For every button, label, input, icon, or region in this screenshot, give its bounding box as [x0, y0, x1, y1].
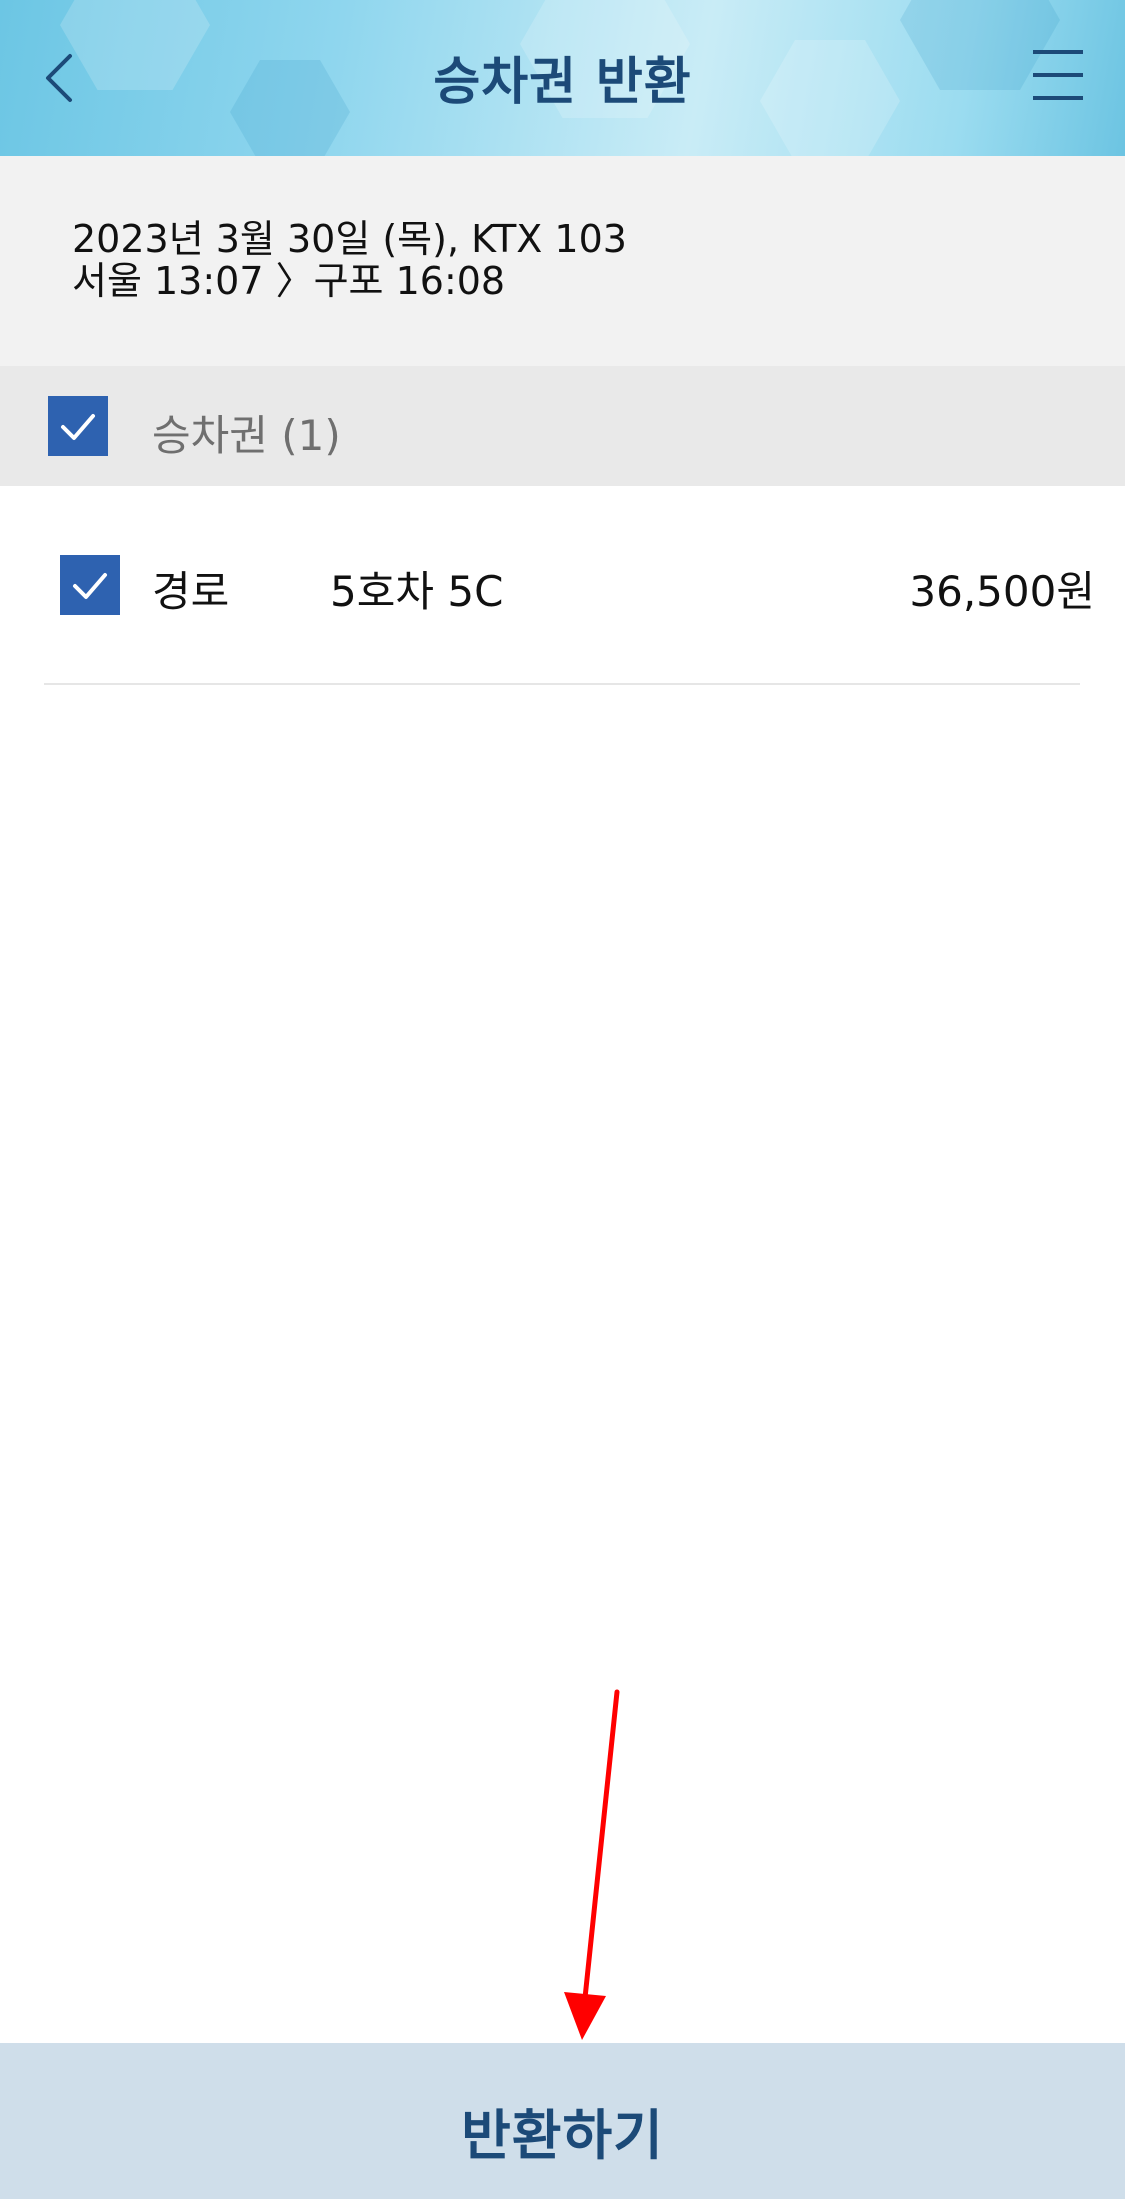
- ticket-passenger-type: 경로: [152, 567, 230, 616]
- trip-route: 서울 13:07 〉구포 16:08: [72, 259, 506, 303]
- ticket-seat: 5호차 5C: [330, 567, 504, 616]
- menu-button[interactable]: [1033, 50, 1089, 104]
- ticket-group-label: 승차권 (1): [152, 411, 341, 460]
- ticket-group-header: 승차권 (1): [0, 366, 1125, 486]
- select-all-checkbox[interactable]: [48, 396, 108, 456]
- return-button[interactable]: 반환하기: [0, 2043, 1125, 2199]
- checkmark-icon: [61, 414, 95, 440]
- ticket-checkbox[interactable]: [60, 555, 120, 615]
- page-title: 승차권 반환: [433, 53, 692, 112]
- app-header: 승차권 반환: [0, 0, 1125, 156]
- return-button-label: 반환하기: [461, 2104, 664, 2167]
- trip-summary: 2023년 3월 30일 (목), KTX 103 서울 13:07 〉구포 1…: [0, 156, 1125, 366]
- row-divider: [44, 683, 1080, 685]
- ticket-row[interactable]: 경로 5호차 5C 36,500원: [0, 486, 1125, 684]
- trip-date-train: 2023년 3월 30일 (목), KTX 103: [72, 217, 627, 261]
- checkmark-icon: [73, 573, 107, 599]
- ticket-price: 36,500원: [909, 567, 1095, 616]
